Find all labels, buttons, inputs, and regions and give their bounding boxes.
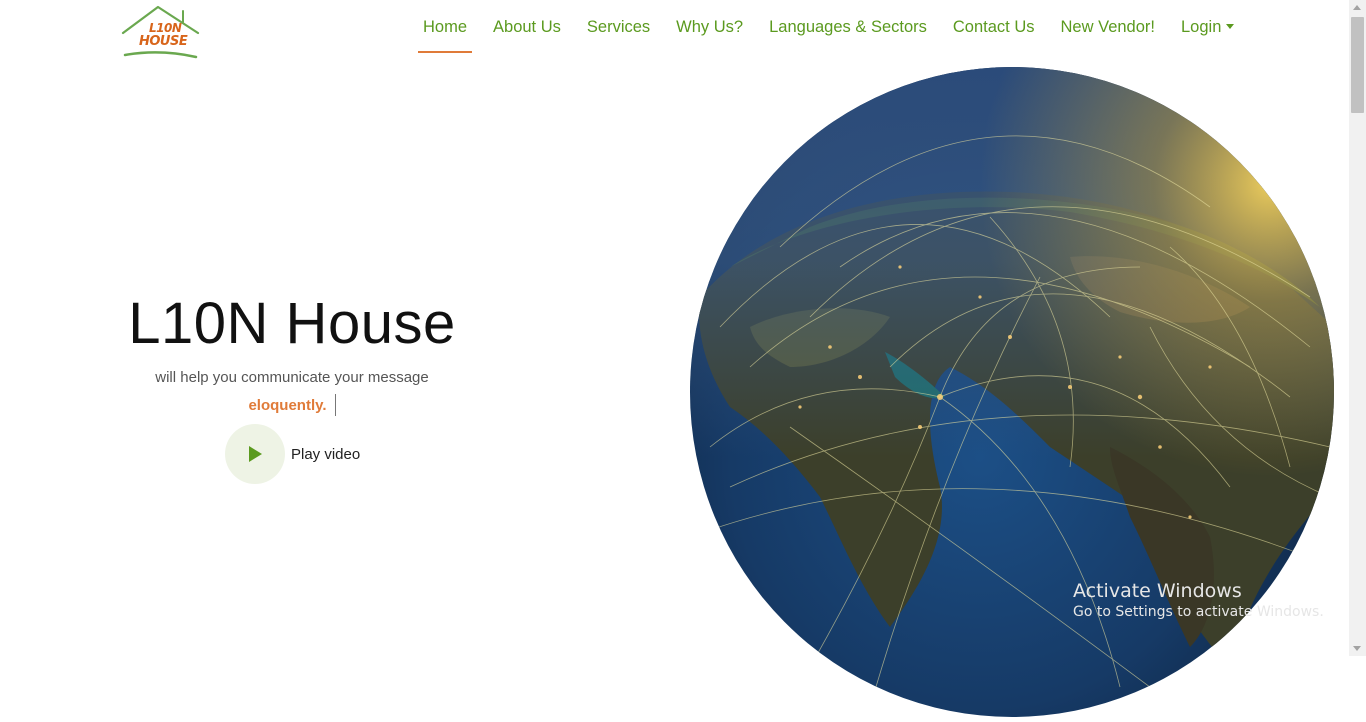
main-navigation: Home About Us Services Why Us? Languages… <box>410 0 1247 54</box>
play-icon <box>249 446 262 462</box>
play-video-label[interactable]: Play video <box>291 446 360 463</box>
nav-services[interactable]: Services <box>574 0 663 54</box>
hero-title: L10N House <box>128 291 456 356</box>
hero-subtitle: will help you communicate your message <box>155 369 429 386</box>
nav-login-label: Login <box>1181 18 1222 36</box>
vertical-scrollbar[interactable] <box>1349 0 1366 656</box>
watermark-title: Activate Windows <box>1073 580 1242 602</box>
hero-typed-line: eloquently. <box>60 394 524 416</box>
nav-new-vendor[interactable]: New Vendor! <box>1048 0 1168 54</box>
typing-cursor <box>334 394 336 416</box>
logo-text-house: HOUSE <box>139 34 188 49</box>
scroll-up-arrow-icon[interactable] <box>1353 5 1361 10</box>
scrollbar-thumb[interactable] <box>1351 17 1364 113</box>
nav-login-dropdown[interactable]: Login <box>1168 0 1247 54</box>
play-circle[interactable] <box>225 424 285 484</box>
chevron-down-icon <box>1226 24 1235 29</box>
scroll-down-arrow-icon[interactable] <box>1353 646 1361 651</box>
nav-languages-sectors[interactable]: Languages & Sectors <box>756 0 940 54</box>
play-video-button[interactable]: Play video <box>225 424 360 484</box>
watermark-subtitle: Go to Settings to activate Windows. <box>1073 604 1324 620</box>
brand-logo[interactable]: L10N HOUSE <box>120 4 204 62</box>
hero-section: L10N House will help you communicate you… <box>60 290 524 416</box>
nav-contact-us[interactable]: Contact Us <box>940 0 1048 54</box>
logo-text-l10n: L10N <box>149 21 182 35</box>
nav-about-us[interactable]: About Us <box>480 0 574 54</box>
nav-why-us[interactable]: Why Us? <box>663 0 756 54</box>
nav-home[interactable]: Home <box>410 0 480 54</box>
hero-typed-word: eloquently. <box>248 396 327 414</box>
windows-activation-watermark: Activate Windows Go to Settings to activ… <box>1073 580 1324 620</box>
